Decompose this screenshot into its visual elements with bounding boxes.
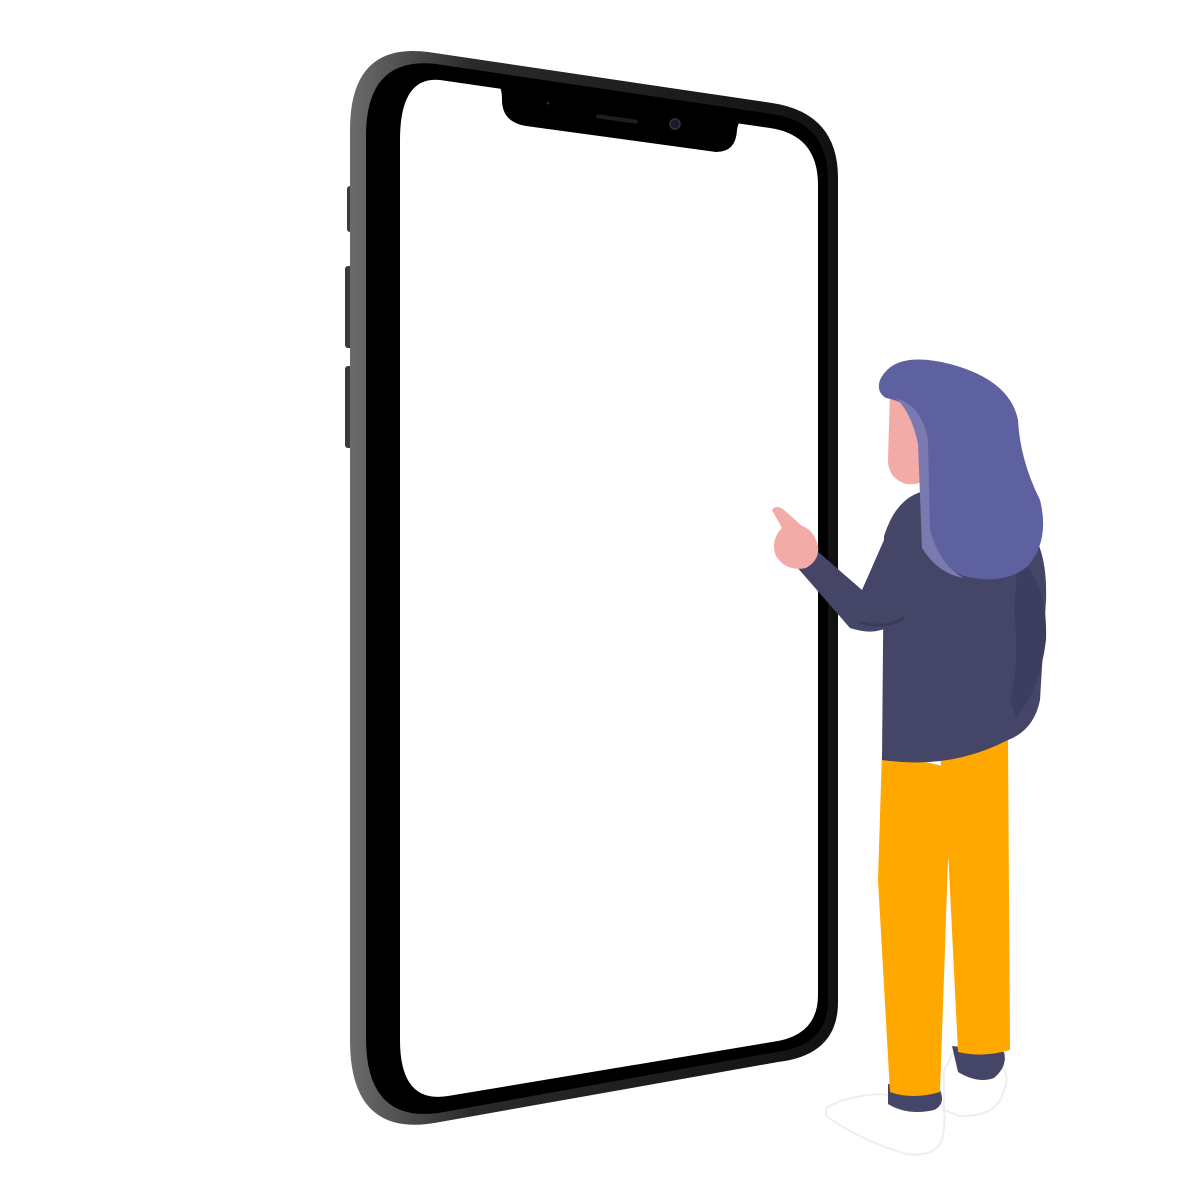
illustration-canvas [0, 0, 1200, 1200]
phone-and-person-illustration [345, 50, 1047, 1156]
phone-sensor-dot [546, 101, 550, 105]
phone-front-camera-icon [669, 118, 681, 130]
smartphone-mockup [345, 50, 838, 1125]
front-leg [878, 752, 960, 1096]
phone-screen [400, 79, 818, 1097]
